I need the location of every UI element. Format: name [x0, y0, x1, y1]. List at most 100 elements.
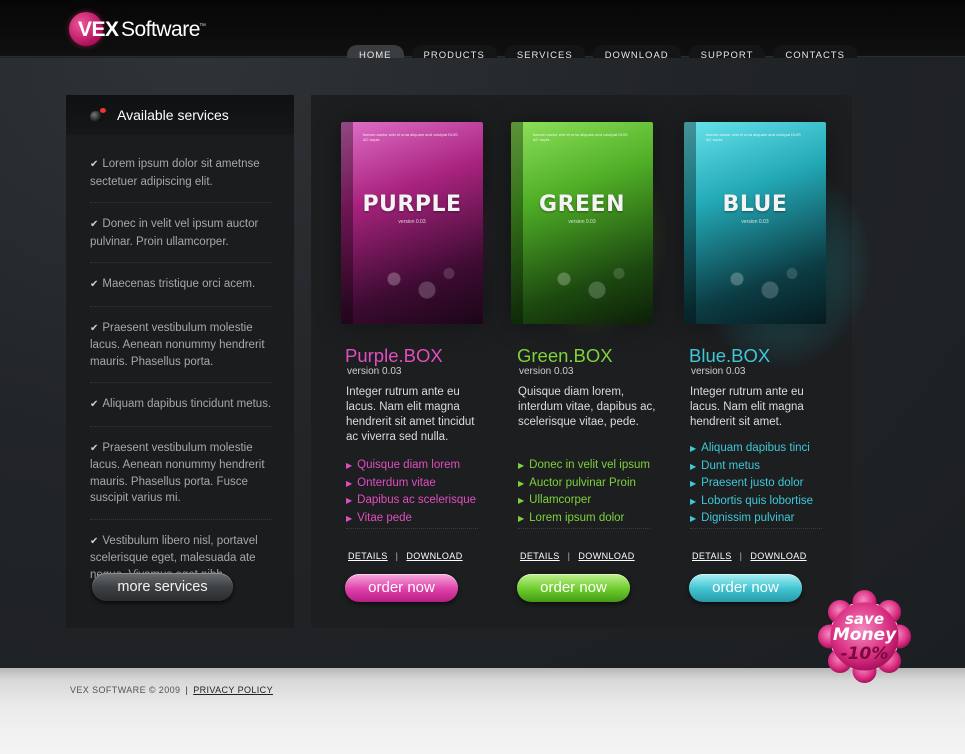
feature-item[interactable]: ▶ Aliquam dapibus tinci	[690, 440, 840, 458]
product-version: version 0.03	[347, 366, 402, 377]
product-version: version 0.03	[691, 366, 746, 377]
check-icon: ✔	[90, 535, 99, 547]
service-text: Donec in velit vel ipsum auctor pulvinar…	[90, 218, 259, 248]
check-icon: ✔	[90, 322, 99, 334]
arrow-icon: ▶	[346, 478, 353, 488]
feature-item[interactable]: ▶ Dunt metus	[690, 458, 840, 476]
feature-item[interactable]: ▶ Dapibus ac scelerisque	[346, 492, 496, 510]
box-decor	[531, 257, 641, 312]
box-version: version 0.03	[568, 219, 596, 225]
more-services-button[interactable]: more services	[92, 573, 233, 601]
feature-item[interactable]: ▶ Quisque diam lorem	[346, 457, 496, 475]
order-now-button[interactable]: order now	[689, 574, 802, 602]
privacy-policy-link[interactable]: PRIVACY POLICY	[193, 685, 273, 695]
download-link[interactable]: DOWNLOAD	[578, 551, 634, 561]
check-icon: ✔	[90, 159, 99, 170]
copyright: VEX SOFTWARE © 2009	[70, 685, 181, 695]
feature-item[interactable]: ▶ Lorem ipsum dolor	[518, 510, 668, 528]
feature-item[interactable]: ▶ Dignissim pulvinar	[690, 510, 840, 528]
box-tagline: fuerum auctor wisi et urna aliquam and v…	[533, 132, 628, 142]
logo-tm: ™	[199, 23, 206, 30]
footer-text: VEX SOFTWARE © 2009 | PRIVACY POLICY	[70, 685, 273, 695]
arrow-icon: ▶	[690, 444, 697, 453]
details-link[interactable]: DETAILS	[520, 551, 560, 561]
feature-item[interactable]: ▶ Donec in velit vel ipsum	[518, 457, 668, 475]
purple-box-image[interactable]: fuerum auctor wisi et urna aliquam and v…	[341, 122, 483, 324]
service-item: ✔ Maecenas tristique orci acem.	[90, 263, 272, 307]
link-separator: |	[395, 551, 399, 561]
order-now-button[interactable]: order now	[517, 574, 630, 602]
service-item: ✔ Donec in velit vel ipsum auctor pulvina…	[90, 203, 272, 263]
arrow-icon: ▶	[690, 461, 697, 471]
box-decor	[704, 257, 814, 312]
logo-name: Software	[121, 18, 200, 41]
service-text: Praesent vestibulum molestie lacus. Aene…	[90, 321, 265, 368]
service-item: ✔ Praesent vestibulum molestie lacus. Aen…	[90, 307, 272, 383]
sidebar-header: Available services	[66, 95, 294, 135]
services-sidebar: Available services ✔ Lorem ipsum dolor si…	[66, 95, 294, 628]
services-list: ✔ Lorem ipsum dolor sit ametnse sectetuer…	[66, 143, 294, 595]
feature-text: Praesent justo dolor	[701, 477, 804, 489]
divider	[518, 528, 650, 529]
green-box-image[interactable]: fuerum auctor wisi et urna aliquam and v…	[511, 122, 653, 324]
product-name[interactable]: Green.BOX	[517, 345, 613, 367]
service-item: ✔ Aliquam dapibus tincidunt metus.	[90, 383, 272, 427]
service-text: Maecenas tristique orci acem.	[102, 278, 256, 290]
arrow-icon: ▶	[518, 461, 525, 470]
details-link[interactable]: DETAILS	[692, 551, 732, 561]
product-name[interactable]: Blue.BOX	[689, 345, 770, 367]
arrow-icon: ▶	[690, 479, 697, 488]
feature-item[interactable]: ▶ Vitae pede	[346, 510, 496, 528]
product-description: Integer rutrum ante eu lacus. Nam elit m…	[346, 386, 475, 443]
box-title: GREEN	[539, 192, 625, 217]
feature-text: Auctor pulvinar Proin	[529, 476, 636, 489]
feature-list: ▶ Donec in velit vel ipsum ▶ Auctor pulvin…	[518, 457, 668, 527]
header: VEX Software ™ HOME PRODUCTS SERVICES DO…	[0, 0, 965, 65]
arrow-icon: ▶	[518, 513, 525, 523]
check-icon: ✔	[90, 442, 99, 454]
feature-text: Donec in velit vel ipsum	[529, 459, 650, 471]
arrow-icon: ▶	[690, 496, 697, 506]
feature-item[interactable]: ▶ Praesent justo dolor	[690, 475, 840, 493]
box-tagline: fuerum auctor wisi et urna aliquam and v…	[363, 132, 458, 142]
box-title: PURPLE	[362, 192, 462, 217]
box-version: version 0.03	[741, 219, 769, 225]
feature-item[interactable]: ▶ Auctor pulvinar Proin	[518, 475, 668, 493]
badge-line-discount: -10%	[840, 644, 889, 664]
product-version: version 0.03	[519, 366, 574, 377]
logo[interactable]: VEX Software ™	[69, 12, 206, 46]
feature-item[interactable]: ▶ Ullamcorper	[518, 492, 668, 510]
feature-text: Lobortis quis lobortise	[701, 494, 814, 507]
product-links: DETAILS | DOWNLOAD	[520, 551, 635, 561]
product-description: Quisque diam lorem, interdum vitae, dapi…	[518, 386, 656, 428]
bomb-icon	[90, 108, 107, 122]
service-text: Lorem ipsum dolor sit ametnse sectetuer …	[90, 158, 260, 188]
feature-text: Onterdum vitae	[357, 476, 436, 489]
divider	[346, 528, 478, 529]
arrow-icon: ▶	[346, 496, 353, 505]
product-links: DETAILS | DOWNLOAD	[348, 551, 463, 561]
feature-text: Dunt metus	[701, 459, 760, 472]
badge-line-money: Money	[832, 625, 897, 645]
service-item: ✔ Praesent vestibulum molestie lacus. Aen…	[90, 427, 272, 520]
logo-mark: VEX	[78, 18, 119, 41]
product-description: Integer rutrum ante eu lacus. Nam elit m…	[690, 386, 804, 428]
feature-item[interactable]: ▶ Onterdum vitae	[346, 475, 496, 493]
product-name[interactable]: Purple.BOX	[345, 345, 443, 367]
download-link[interactable]: DOWNLOAD	[750, 551, 806, 561]
order-now-button[interactable]: order now	[345, 574, 458, 602]
save-money-badge[interactable]: save Money -10%	[818, 590, 911, 683]
feature-list: ▶ Quisque diam lorem ▶ Onterdum vitae ▶ Dap…	[346, 457, 496, 527]
blue-box-image[interactable]: fuerum auctor wisi et urna aliquam and v…	[684, 122, 826, 324]
link-separator: |	[739, 551, 743, 561]
arrow-icon: ▶	[518, 478, 525, 488]
feature-text: Dapibus ac scelerisque	[357, 494, 477, 506]
download-link[interactable]: DOWNLOAD	[406, 551, 462, 561]
details-link[interactable]: DETAILS	[348, 551, 388, 561]
feature-item[interactable]: ▶ Lobortis quis lobortise	[690, 493, 840, 511]
feature-text: Ullamcorper	[529, 494, 592, 506]
box-decor	[361, 257, 471, 312]
feature-list: ▶ Aliquam dapibus tinci ▶ Dunt metus ▶ Prae…	[690, 440, 840, 528]
box-tagline: fuerum auctor wisi et urna aliquam and v…	[706, 132, 801, 142]
arrow-icon: ▶	[346, 513, 353, 523]
